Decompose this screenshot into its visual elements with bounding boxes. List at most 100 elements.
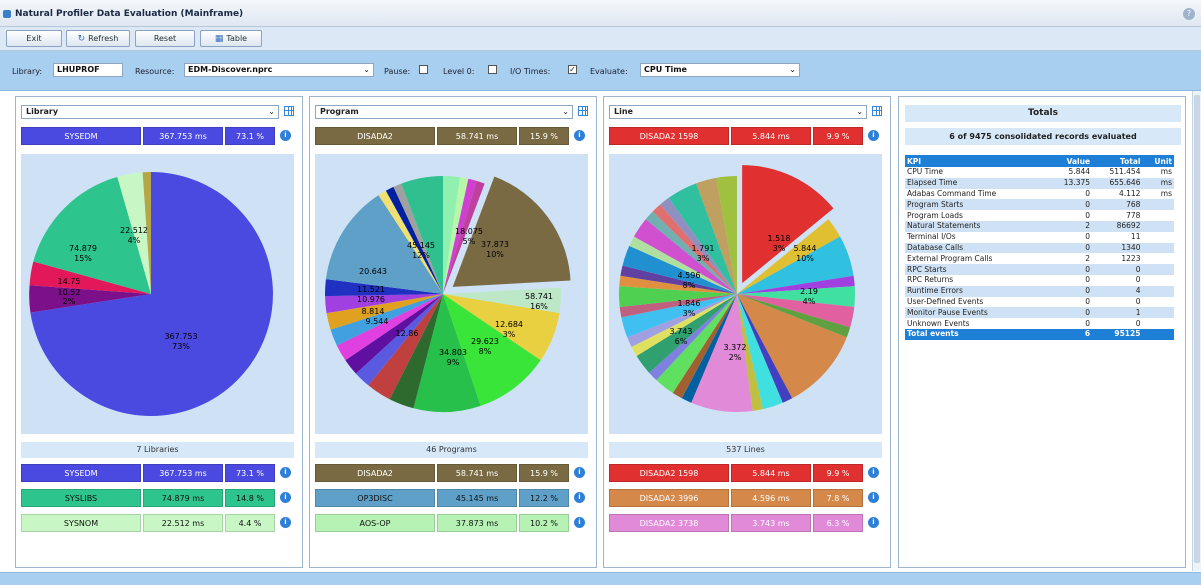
- row-pct: 10.2 %: [519, 514, 569, 532]
- list-item[interactable]: AOS-OP 37.873 ms 10.2 % i: [315, 514, 585, 532]
- column-header[interactable]: Value: [1041, 155, 1093, 167]
- filter-bar: Library: LHUPROF Resource: EDM-Discover.…: [0, 51, 1201, 91]
- vertical-scrollbar[interactable]: [1192, 91, 1201, 571]
- column-header[interactable]: Unit: [1142, 155, 1174, 167]
- table-row[interactable]: Runtime Errors 0 4: [905, 285, 1174, 297]
- library-pie-chart: 367.753 73% 74.879 15% 22.512 4% 14.75 1…: [29, 172, 273, 416]
- evaluate-select[interactable]: CPU Time ⌄: [640, 63, 800, 77]
- window-title: Natural Profiler Data Evaluation (Mainfr…: [15, 9, 244, 19]
- table-cell: 0: [1041, 242, 1093, 254]
- resource-select[interactable]: EDM-Discover.nprc ⌄: [184, 63, 374, 77]
- grid-icon[interactable]: [872, 106, 882, 116]
- table-row[interactable]: External Program Calls 2 1223: [905, 253, 1174, 264]
- pie-label-pct: 4%: [803, 297, 816, 306]
- table-cell: 655.646: [1092, 177, 1143, 189]
- table-row[interactable]: CPU Time 5.844 511.454 ms: [905, 167, 1174, 178]
- library-top-row[interactable]: SYSEDM 367.753 ms 73.1 % i: [21, 127, 291, 145]
- info-icon[interactable]: i: [574, 492, 585, 503]
- exit-button[interactable]: Exit: [6, 30, 62, 47]
- pie-label-value: 20.643: [359, 267, 387, 276]
- row-name: AOS-OP: [315, 514, 435, 532]
- table-cell: Adabas Command Time: [907, 188, 997, 198]
- list-item[interactable]: OP3DISC 45.145 ms 12.2 % i: [315, 489, 585, 507]
- row-name: DISADA2: [315, 127, 435, 145]
- table-button[interactable]: ▦ Table: [200, 30, 262, 47]
- table-row[interactable]: User-Defined Events 0 0: [905, 297, 1174, 308]
- list-item[interactable]: DISADA2 3996 4.596 ms 7.8 % i: [609, 489, 879, 507]
- info-icon[interactable]: i: [280, 517, 291, 528]
- scrollbar-thumb[interactable]: [1194, 95, 1200, 563]
- info-icon[interactable]: i: [280, 492, 291, 503]
- chevron-down-icon: ⌄: [789, 65, 796, 74]
- grid-icon[interactable]: [578, 106, 588, 116]
- info-icon[interactable]: i: [868, 467, 879, 478]
- info-icon[interactable]: i: [868, 492, 879, 503]
- table-row[interactable]: Unknown Events 0 0: [905, 318, 1174, 329]
- table-row[interactable]: RPC Starts 0 0: [905, 264, 1174, 275]
- info-icon[interactable]: i: [574, 130, 585, 141]
- table-cell: 4: [1092, 285, 1143, 297]
- row-value: 367.753 ms: [143, 127, 223, 145]
- table-row[interactable]: Program Loads 0 778: [905, 210, 1174, 221]
- list-item[interactable]: SYSLIBS 74.879 ms 14.8 % i: [21, 489, 291, 507]
- info-icon[interactable]: i: [574, 517, 585, 528]
- row-name: SYSEDM: [21, 464, 141, 482]
- table-icon: ▦: [214, 34, 224, 44]
- pause-checkbox[interactable]: [419, 65, 428, 74]
- row-pct: 73.1 %: [225, 464, 275, 482]
- info-icon[interactable]: i: [868, 130, 879, 141]
- table-row[interactable]: RPC Returns 0 0: [905, 275, 1174, 286]
- status-bar: [0, 572, 1201, 585]
- refresh-button[interactable]: ↻ Refresh: [66, 30, 130, 47]
- pie-label-value: 29.623: [471, 337, 499, 346]
- pie-label-pct: 9%: [447, 358, 460, 367]
- line-top-row[interactable]: DISADA2 1598 5.844 ms 9.9 % i: [609, 127, 879, 145]
- library-input[interactable]: LHUPROF: [53, 63, 123, 77]
- list-item[interactable]: SYSNOM 22.512 ms 4.4 % i: [21, 514, 291, 532]
- table-cell: Program Starts: [905, 199, 1042, 211]
- row-value: 5.844 ms: [731, 464, 811, 482]
- list-item[interactable]: DISADA2 58.741 ms 15.9 % i: [315, 464, 585, 482]
- column-header[interactable]: KPI: [905, 155, 1042, 167]
- table-cell: 1: [1092, 307, 1143, 319]
- help-icon[interactable]: ?: [1183, 8, 1195, 20]
- table-row[interactable]: Elapsed Time 13.375 655.646 ms: [905, 177, 1174, 189]
- pie-label-pct: 2%: [729, 353, 742, 362]
- table-row[interactable]: Total events 6 95125: [905, 328, 1174, 340]
- info-icon[interactable]: i: [280, 467, 291, 478]
- row-pct: 7.8 %: [813, 489, 863, 507]
- table-row[interactable]: Natural Statements 2 86692: [905, 220, 1174, 232]
- level0-checkbox[interactable]: [488, 65, 497, 74]
- table-cell: 0: [1085, 275, 1091, 285]
- program-panel-select[interactable]: Program ⌄: [315, 105, 573, 119]
- library-panel-select[interactable]: Library ⌄: [21, 105, 279, 119]
- list-item[interactable]: DISADA2 3738 3.743 ms 6.3 % i: [609, 514, 879, 532]
- reset-button[interactable]: Reset: [135, 30, 195, 47]
- info-icon[interactable]: i: [868, 517, 879, 528]
- table-row[interactable]: Terminal I/Os 0 11: [905, 232, 1174, 243]
- table-cell: [1142, 253, 1174, 264]
- table-row[interactable]: Adabas Command Time 0 4.112 ms: [905, 189, 1174, 200]
- list-item[interactable]: DISADA2 1598 5.844 ms 9.9 % i: [609, 464, 879, 482]
- pie-label-pct: 4%: [128, 236, 141, 245]
- table-row[interactable]: Database Calls 0 1340: [905, 242, 1174, 254]
- io-times-checkbox[interactable]: ✓: [568, 65, 577, 74]
- table-cell: Runtime Errors: [905, 285, 1042, 297]
- table-cell: [1142, 328, 1174, 340]
- row-value: 4.596 ms: [731, 489, 811, 507]
- program-top-row[interactable]: DISADA2 58.741 ms 15.9 % i: [315, 127, 585, 145]
- column-header[interactable]: Total: [1092, 155, 1143, 167]
- list-item[interactable]: SYSEDM 367.753 ms 73.1 % i: [21, 464, 291, 482]
- row-name: DISADA2: [315, 464, 435, 482]
- table-row[interactable]: Monitor Pause Events 0 1: [905, 307, 1174, 319]
- table-cell: 0: [1041, 199, 1093, 211]
- grid-icon[interactable]: [284, 106, 294, 116]
- info-icon[interactable]: i: [280, 130, 291, 141]
- line-panel-select[interactable]: Line ⌄: [609, 105, 867, 119]
- row-value: 3.743 ms: [731, 514, 811, 532]
- table-cell: [1142, 264, 1174, 275]
- library-panel: Library ⌄ SYSEDM 367.753 ms 73.1 % i 367.…: [15, 96, 303, 568]
- table-row[interactable]: Program Starts 0 768: [905, 199, 1174, 211]
- info-icon[interactable]: i: [574, 467, 585, 478]
- row-name: SYSNOM: [21, 514, 141, 532]
